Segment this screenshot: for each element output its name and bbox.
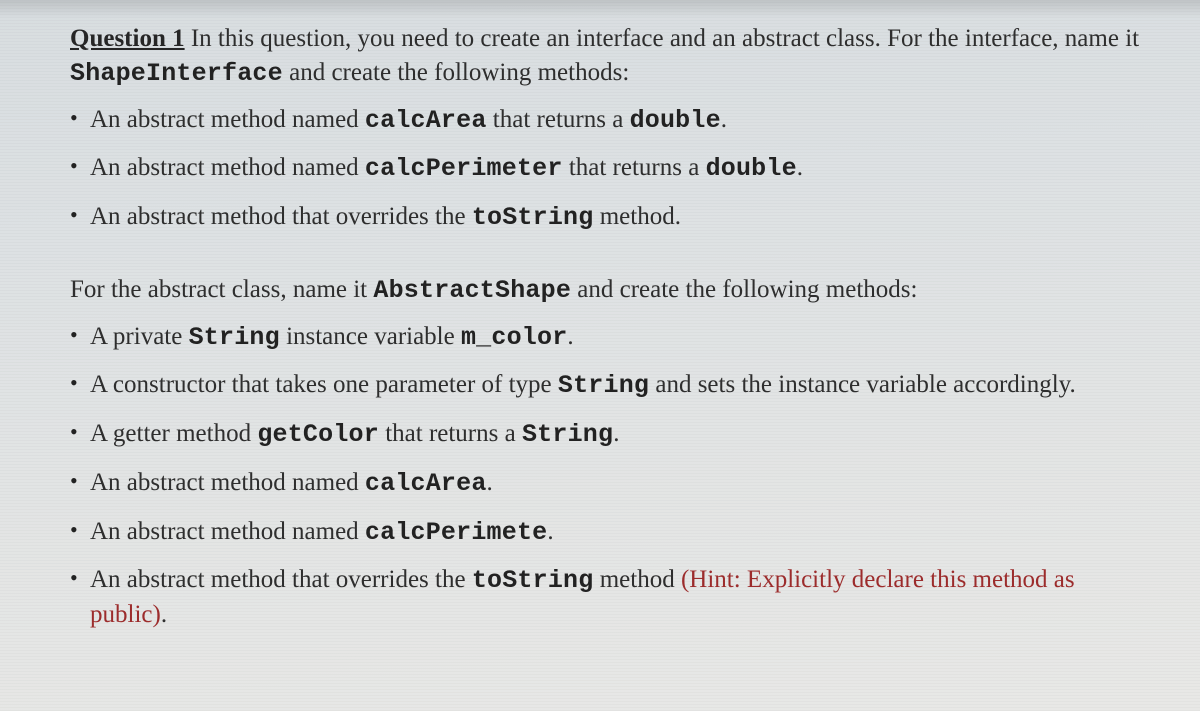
code-calcarea: calcArea <box>365 106 487 135</box>
list-item: An abstract method that overrides the to… <box>70 563 1152 632</box>
code-double: double <box>630 106 721 135</box>
text: A constructor that takes one parameter o… <box>90 371 558 398</box>
text: . <box>487 469 493 496</box>
code-calcperimeter: calcPerimeter <box>365 154 563 183</box>
text: . <box>567 323 573 350</box>
text: . <box>161 601 167 628</box>
code-getcolor: getColor <box>257 420 379 449</box>
code-string: String <box>189 323 280 352</box>
text: An abstract method that overrides the <box>90 203 472 230</box>
code-tostring: toString <box>472 203 594 232</box>
text: . <box>721 106 727 133</box>
text: that returns a <box>563 154 706 181</box>
code-mcolor: m_color <box>461 323 567 352</box>
text: For the abstract class, name it <box>70 276 373 303</box>
code-abstractshape: AbstractShape <box>373 276 571 305</box>
intro-text-2: and create the following methods: <box>283 59 629 86</box>
text: . <box>547 518 553 545</box>
text: and create the following methods: <box>571 276 917 303</box>
document-page: Question 1 In this question, you need to… <box>0 0 1200 666</box>
code-tostring: toString <box>472 566 594 595</box>
text: An abstract method named <box>90 106 365 133</box>
list-item: An abstract method named calcPerimeter t… <box>70 151 1152 186</box>
abstract-intro: For the abstract class, name it Abstract… <box>70 273 1152 308</box>
text: An abstract method named <box>90 518 365 545</box>
code-calcperimete: calcPerimete <box>365 518 547 547</box>
text: method <box>593 566 681 593</box>
code-double: double <box>706 154 797 183</box>
list-item: An abstract method named calcArea that r… <box>70 103 1152 138</box>
text: that returns a <box>487 106 630 133</box>
intro-text-1: In this question, you need to create an … <box>185 25 1139 52</box>
code-shapeinterface: ShapeInterface <box>70 59 283 88</box>
question-intro: Question 1 In this question, you need to… <box>70 22 1152 91</box>
text: An abstract method named <box>90 469 365 496</box>
text: that returns a <box>379 420 522 447</box>
text: A getter method <box>90 420 257 447</box>
interface-method-list: An abstract method named calcArea that r… <box>70 103 1152 235</box>
text: instance variable <box>280 323 461 350</box>
code-calcarea: calcArea <box>365 469 487 498</box>
list-item: A constructor that takes one parameter o… <box>70 368 1152 403</box>
text: An abstract method named <box>90 154 365 181</box>
question-label: Question 1 <box>70 25 185 52</box>
text: and sets the instance variable according… <box>649 371 1076 398</box>
list-item: A private String instance variable m_col… <box>70 320 1152 355</box>
text: A private <box>90 323 189 350</box>
text: method. <box>593 203 681 230</box>
code-string: String <box>558 371 649 400</box>
text: . <box>613 420 619 447</box>
code-string: String <box>522 420 613 449</box>
list-item: An abstract method named calcArea. <box>70 466 1152 501</box>
list-item: An abstract method named calcPerimete. <box>70 515 1152 550</box>
text: An abstract method that overrides the <box>90 566 472 593</box>
abstract-method-list: A private String instance variable m_col… <box>70 320 1152 632</box>
list-item: An abstract method that overrides the to… <box>70 200 1152 235</box>
text: . <box>797 154 803 181</box>
list-item: A getter method getColor that returns a … <box>70 417 1152 452</box>
